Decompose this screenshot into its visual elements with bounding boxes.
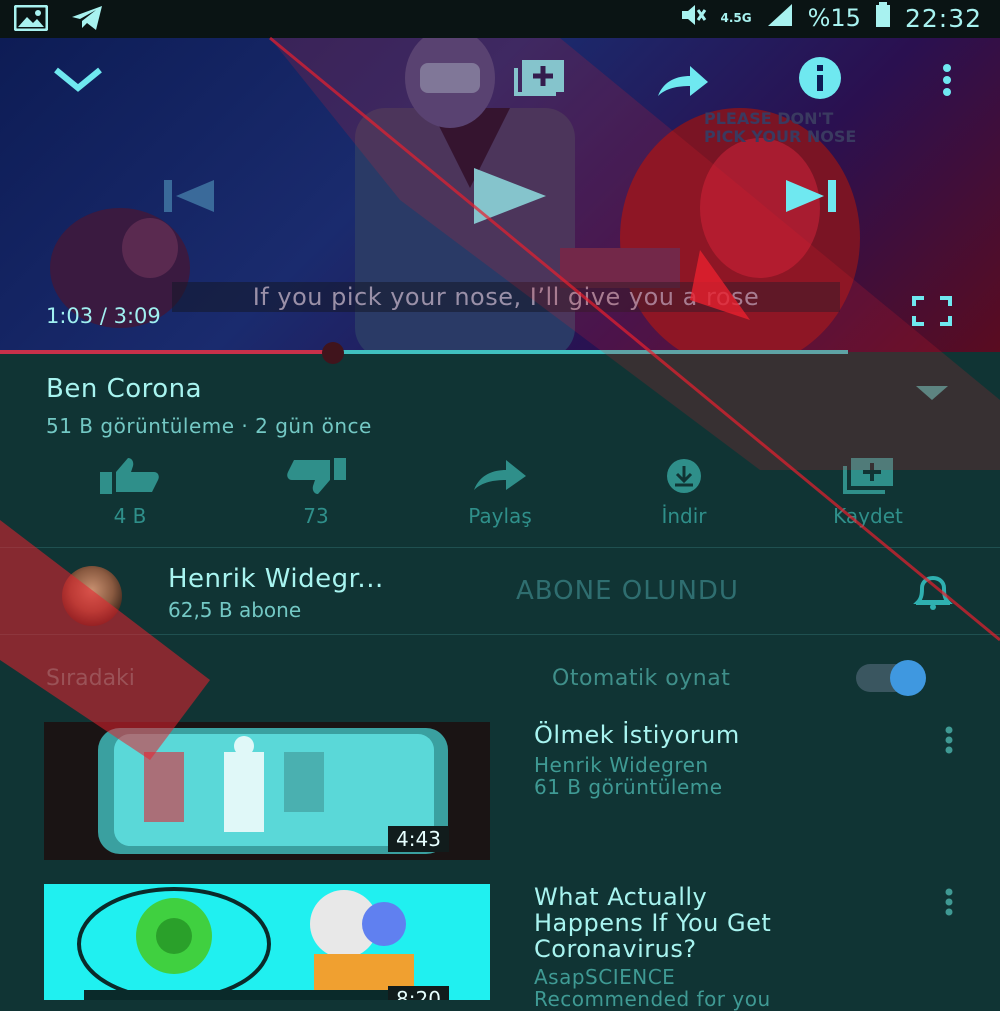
like-button[interactable]: 4 B	[70, 458, 190, 528]
video-player[interactable]: PLEASE DON'T PICK YOUR NOSE If you pick …	[0, 38, 1000, 352]
video-thumbnail[interactable]: 4:43	[44, 722, 490, 860]
expand-description-icon[interactable]	[914, 382, 950, 406]
telegram-icon	[70, 4, 104, 38]
save-button[interactable]: Kaydet	[808, 458, 928, 528]
progress-scrubber[interactable]	[322, 342, 344, 364]
battery-percent: %15	[807, 4, 861, 32]
action-bar: 4 B 73 Paylaş İndir Kaydet	[0, 458, 1000, 538]
share-icon	[474, 460, 526, 490]
channel-name[interactable]: Henrik Widegr...	[168, 564, 384, 594]
video-meta: 51 B görüntüleme · 2 gün önce	[46, 414, 372, 438]
info-icon[interactable]	[798, 56, 842, 104]
previous-icon[interactable]	[164, 176, 216, 220]
thumbs-down-icon	[287, 458, 346, 494]
dislike-button[interactable]: 73	[256, 458, 376, 528]
more-options-icon[interactable]	[942, 726, 956, 758]
autoplay-label: Otomatik oynat	[552, 666, 731, 691]
channel-row: Henrik Widegr... 62,5 B abone ABONE OLUN…	[0, 548, 1000, 634]
more-options-icon[interactable]	[942, 888, 956, 920]
video-duration: 4:43	[388, 826, 449, 852]
poster-text: PLEASE DON'T PICK YOUR NOSE	[704, 109, 857, 146]
video-title[interactable]: Ölmek İstiyorum	[534, 722, 740, 748]
autoplay-toggle[interactable]	[856, 660, 926, 696]
divider	[0, 634, 1000, 635]
playback-time: 1:03 / 3:09	[46, 304, 161, 328]
video-duration: 8:20	[388, 986, 449, 1000]
video-extra: Recommended for you	[534, 987, 771, 1011]
play-icon[interactable]	[470, 166, 550, 230]
video-channel: AsapSCIENCE	[534, 965, 676, 989]
share-button[interactable]: Paylaş	[440, 458, 560, 528]
progress-buffered	[333, 350, 848, 354]
download-icon	[667, 459, 701, 493]
more-options-icon[interactable]	[940, 64, 954, 100]
gallery-icon	[13, 4, 49, 37]
progress-bar[interactable]	[0, 342, 1000, 364]
video-channel: Henrik Widegren	[534, 753, 709, 777]
up-next-label: Sıradaki	[46, 666, 135, 691]
channel-avatar[interactable]	[62, 566, 122, 626]
mute-icon	[679, 2, 707, 34]
fullscreen-icon[interactable]	[912, 296, 952, 330]
progress-played	[0, 350, 333, 354]
bell-icon[interactable]	[908, 574, 958, 614]
next-icon[interactable]	[784, 176, 836, 220]
autoplay-toggle-thumb	[890, 660, 926, 696]
minimize-chevron-icon[interactable]	[52, 64, 104, 98]
subtitle-caption: If you pick your nose, I’ll give you a r…	[172, 282, 840, 312]
download-button[interactable]: İndir	[624, 458, 744, 528]
network-type: 4.5G	[720, 11, 752, 25]
share-icon[interactable]	[656, 64, 710, 104]
video-title[interactable]: What Actually Happens If You Get Coronav…	[534, 884, 771, 962]
video-title[interactable]: Ben Corona	[46, 374, 202, 404]
video-views: 61 B görüntüleme	[534, 775, 723, 799]
subscribed-button[interactable]: ABONE OLUNDU	[516, 576, 739, 606]
video-thumbnail[interactable]: 8:20	[44, 884, 490, 1000]
subscriber-count: 62,5 B abone	[168, 598, 302, 622]
playlist-add-icon	[843, 458, 893, 494]
add-to-playlist-icon[interactable]	[510, 58, 568, 102]
thumbs-up-icon	[100, 458, 159, 494]
signal-icon	[766, 2, 794, 34]
status-bar: 4.5G %15 22:32	[0, 0, 1000, 38]
clock: 22:32	[904, 3, 982, 33]
battery-icon	[875, 2, 891, 34]
